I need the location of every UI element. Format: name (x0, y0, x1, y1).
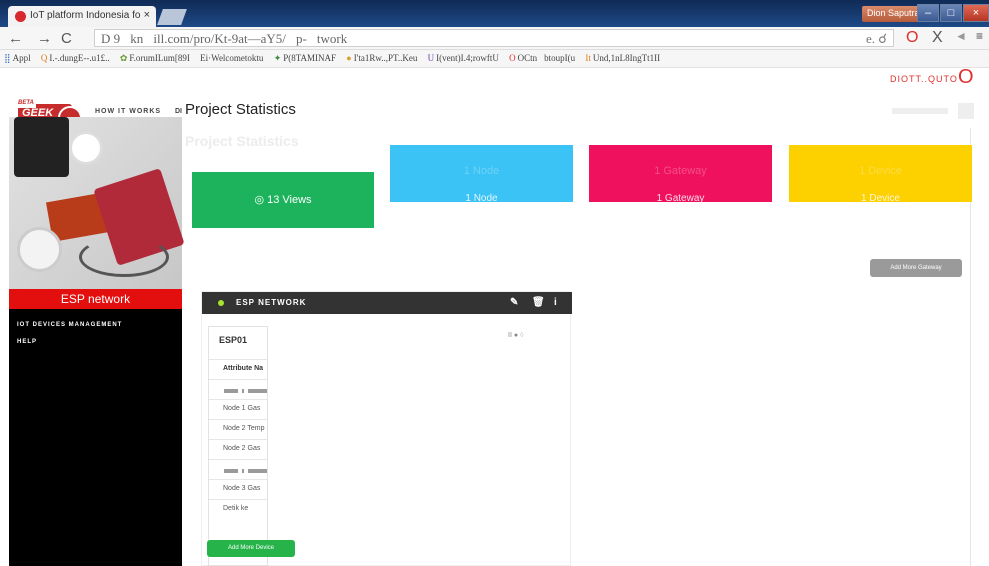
status-dot-icon (218, 300, 224, 306)
network-title: ESP NETWORK (236, 298, 307, 307)
browser-tab[interactable]: IoT platform Indonesia fo × (8, 6, 156, 27)
bookmark-item[interactable]: ✿ F.orumILum[89I (120, 53, 190, 64)
edit-icon[interactable]: ✎ (510, 292, 519, 314)
browser-titlebar: IoT platform Indonesia fo × Dion Saputra… (0, 0, 989, 27)
node-card: 1 Node 1 Node (390, 145, 573, 204)
device-card: 1 Device 1 Device (789, 145, 972, 204)
right-header-box (958, 103, 974, 119)
add-device-button[interactable]: Add More Device (207, 540, 295, 557)
network-panel-header: ESP NETWORK ✎ 🗑 i (202, 292, 572, 314)
sidebar-item-help[interactable]: HELP (17, 339, 37, 345)
sidebar-item-devices[interactable]: IOT DEVICES MANAGEMENT (17, 322, 122, 328)
close-window-icon[interactable]: × (963, 4, 989, 22)
bookmark-item[interactable]: U I(vent)I.4;rowftU (428, 53, 499, 63)
tab-close-icon[interactable]: × (144, 9, 150, 21)
maximize-icon[interactable]: □ (940, 4, 962, 22)
views-card: ◎ 13 Views (192, 172, 374, 228)
device-name: ESP01 (219, 335, 248, 345)
device-card: ESP01 Attribute Na Node 1 Gas Node 2 Tem… (208, 326, 268, 566)
table-row (209, 379, 267, 399)
network-panel: ESP NETWORK ✎ 🗑 i II ● ◊ ESP01 Attribute… (201, 291, 572, 566)
table-header: Attribute Na (209, 359, 267, 379)
opera-extension-icon[interactable]: O (958, 66, 974, 89)
back-icon[interactable]: ← (8, 30, 23, 47)
page-title-shadow: Project Statistics (185, 133, 299, 149)
sidebar-hero-image (9, 117, 185, 289)
extension-arrow-icon[interactable]: ◄ (955, 29, 967, 43)
opera-icon[interactable]: O (906, 29, 918, 47)
browser-toolbar: ← → C D 9 kn ill.com/pro/Kt-9at—aY5/ p- … (0, 27, 989, 50)
servo-motor-shape (14, 117, 69, 177)
device-toggle[interactable]: II ● ◊ (508, 332, 538, 342)
bookmark-item[interactable]: ● I'ta1Rw..,PT..Keu (346, 53, 417, 63)
address-bar[interactable]: D 9 kn ill.com/pro/Kt-9at—aY5/ p- twork … (94, 29, 894, 47)
table-row (209, 459, 267, 479)
sidebar: ESP network IOT DEVICES MANAGEMENT HELP (9, 117, 185, 566)
bookmark-item[interactable]: ✦ P(8TAMINAF (274, 53, 336, 64)
bookmark-item[interactable]: O OCtn btoupI(u (509, 53, 575, 63)
table-row: Node 1 Gas (209, 399, 267, 419)
new-tab-button[interactable] (157, 9, 187, 25)
site-favicon-icon (15, 11, 26, 22)
bookmark-item[interactable]: It Und,1nL8IngTt1II (585, 53, 660, 63)
nav-dis[interactable]: DI (175, 108, 182, 115)
extension-label: DIOTT..QUTO (890, 74, 958, 84)
bookmark-item[interactable]: ⣿ Appl (4, 53, 31, 64)
table-row: Node 2 Gas (209, 439, 267, 459)
nav-how-it-works[interactable]: HOW IT WORKS (95, 108, 161, 115)
table-row: Node 2 Temp (209, 419, 267, 439)
pin-icon: ◊ (518, 332, 524, 339)
cable-shape (79, 237, 169, 277)
table-row: Node 3 Gas (209, 479, 267, 499)
right-header-bar (892, 108, 948, 114)
bookmark-item[interactable]: Ei·Welcometoktu (200, 53, 263, 63)
minimize-icon[interactable]: – (917, 4, 939, 22)
table-row: Detik ke (209, 499, 267, 519)
menu-icon[interactable]: ≡ (976, 29, 983, 43)
info-icon[interactable]: i (554, 292, 558, 314)
pir-sensor-shape (17, 227, 62, 272)
address-text: D 9 kn ill.com/pro/Kt-9at—aY5/ p- twork (101, 31, 348, 46)
bookmarks-bar: ⣿ Appl Q I.-.dungE--.u1£.. ✿ F.orumILum[89I… (0, 50, 989, 68)
delete-icon[interactable]: 🗑 (532, 292, 546, 314)
forward-icon[interactable]: → (37, 30, 52, 47)
bookmark-item[interactable]: Q I.-.dungE--.u1£.. (41, 53, 110, 63)
add-gateway-button[interactable]: Add More Gateway (870, 259, 962, 277)
tab-title: IoT platform Indonesia fo (30, 10, 141, 21)
address-right-icons: e. ☌ (866, 31, 887, 46)
gateway-card: 1 Gateway 1 Gateway (589, 145, 772, 204)
sidebar-network-label: ESP network (9, 289, 182, 309)
servo-horn-shape (69, 131, 103, 165)
profile-button[interactable]: Dion Saputra (862, 6, 925, 22)
extension-x-icon[interactable]: X (932, 29, 943, 47)
page-title: Project Statistics (185, 101, 296, 118)
reload-icon[interactable]: C (61, 30, 72, 47)
